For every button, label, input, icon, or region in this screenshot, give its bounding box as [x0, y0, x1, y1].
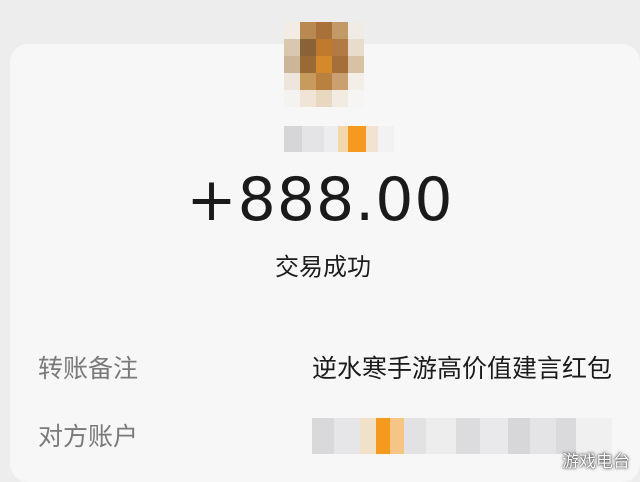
transaction-amount: +888.00 [186, 165, 454, 235]
counterparty-account-redacted [312, 418, 612, 454]
watermark: 游戏电台 [562, 452, 630, 472]
transaction-detail-screen: +888.00 交易成功 转账备注 逆水寒手游高价值建言红包 对方账户 游戏电台 [0, 0, 640, 482]
remark-label: 转账备注 [38, 354, 139, 383]
counterparty-label: 对方账户 [38, 422, 139, 451]
payer-avatar [284, 22, 364, 108]
remark-value: 逆水寒手游高价值建言红包 [311, 354, 612, 383]
payer-name-redacted [284, 126, 394, 152]
transaction-status: 交易成功 [275, 253, 371, 281]
